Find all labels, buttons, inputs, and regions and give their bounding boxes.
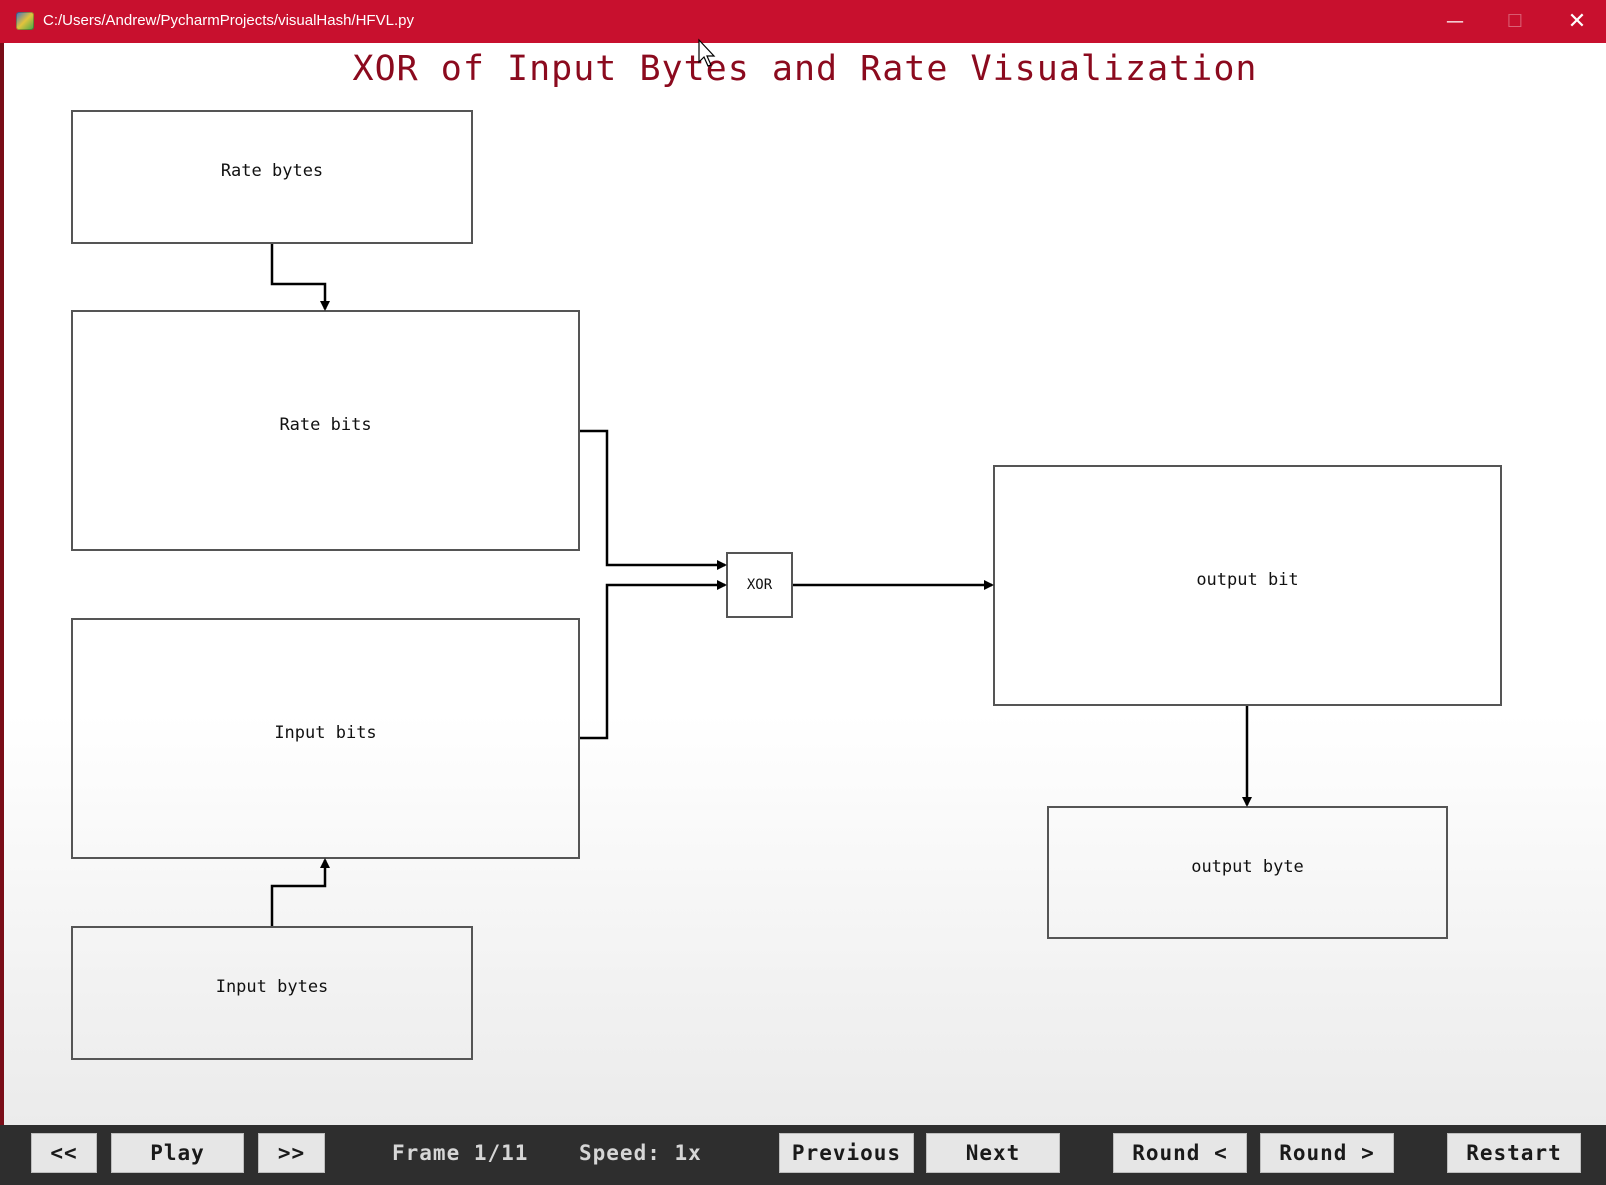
python-icon bbox=[16, 12, 34, 30]
input-bits-label: Input bits bbox=[274, 722, 377, 743]
rate-bits-label: Rate bits bbox=[279, 414, 372, 435]
fast-forward-button[interactable]: >> bbox=[258, 1133, 325, 1173]
next-button[interactable]: Next bbox=[926, 1133, 1060, 1173]
frame-counter: Frame 1/11 bbox=[392, 1141, 529, 1165]
rewind-button[interactable]: << bbox=[31, 1133, 97, 1173]
output-byte-label: output byte bbox=[1191, 856, 1304, 877]
xor-gate-label: XOR bbox=[746, 577, 773, 593]
output-byte-box: output byte bbox=[1047, 806, 1448, 939]
maximize-button[interactable]: ☐ bbox=[1486, 0, 1544, 43]
round-next-button[interactable]: Round > bbox=[1260, 1133, 1394, 1173]
input-bytes-label: Input bytes bbox=[215, 977, 329, 997]
rate-bytes-box: Rate bytes bbox=[71, 110, 473, 244]
input-bytes-box: Input bytes bbox=[71, 926, 473, 1060]
playback-controls: << Play >> Frame 1/11 Speed: 1x Previous… bbox=[0, 1125, 1606, 1185]
play-button[interactable]: Play bbox=[111, 1133, 244, 1173]
window-title: C:/Users/Andrew/PycharmProjects/visualHa… bbox=[43, 12, 414, 29]
close-button[interactable]: ✕ bbox=[1548, 0, 1606, 43]
round-previous-button[interactable]: Round < bbox=[1113, 1133, 1247, 1173]
rate-bytes-label: Rate bytes bbox=[220, 161, 324, 181]
speed-indicator: Speed: 1x bbox=[579, 1141, 702, 1165]
rate-bits-box: Rate bits bbox=[71, 310, 580, 551]
output-bit-label: output bit bbox=[1196, 569, 1299, 590]
page-title: XOR of Input Bytes and Rate Visualizatio… bbox=[352, 49, 1258, 89]
minimize-button[interactable]: — bbox=[1426, 0, 1484, 43]
title-bar[interactable]: C:/Users/Andrew/PycharmProjects/visualHa… bbox=[0, 0, 1606, 43]
output-bit-box: output bit bbox=[993, 465, 1502, 706]
previous-button[interactable]: Previous bbox=[779, 1133, 914, 1173]
restart-button[interactable]: Restart bbox=[1447, 1133, 1581, 1173]
input-bits-box: Input bits bbox=[71, 618, 580, 859]
app-window: C:/Users/Andrew/PycharmProjects/visualHa… bbox=[0, 0, 1606, 1185]
xor-gate-box: XOR bbox=[726, 552, 793, 618]
